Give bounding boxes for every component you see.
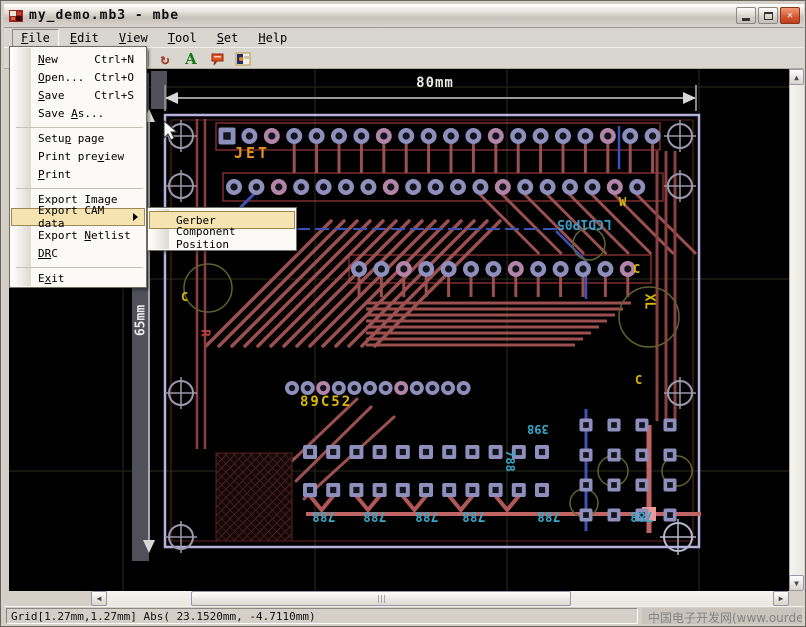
app-icon [8,8,24,24]
menu-item-label: Open... [38,71,84,84]
menu-item-open[interactable]: Open... Ctrl+O [11,68,145,86]
hatched-region [216,453,292,541]
menu-shortcut: Ctrl+N [94,53,138,66]
pcb-text-label: XL [642,294,655,310]
export-cam-submenu-popup: GerberComponent Position [147,207,297,251]
pcb-text-label: 398 [527,423,549,435]
board-width-dimension: 80mm [395,75,475,91]
menu-item-label: Component Position [176,225,288,251]
rotate-icon[interactable]: ↻ [154,49,176,68]
menu-item-label: Setup page [38,132,104,145]
menu-separator [16,262,143,268]
image-glyph [235,51,251,67]
maximize-icon [764,12,773,20]
scroll-left-button[interactable]: ◀ [91,591,107,606]
pcb-text-label: R [200,329,212,336]
menubar-item-file[interactable]: File [12,29,59,47]
file-menu-popup: New Ctrl+N Open... Ctrl+O Save Ctrl+S Save As.… [9,46,147,288]
menu-shortcut: Ctrl+S [94,89,138,102]
pcb-text-label: 788 [312,509,335,522]
menu-item-print-preview[interactable]: Print preview [11,147,145,165]
pcb-text-label: 788 [537,509,560,522]
board-height-dimension: 65mm [134,301,149,341]
submenu-item-component-position[interactable]: Component Position [149,229,295,247]
menubar-item-help[interactable]: Help [249,29,296,47]
menu-item-label: Print [38,168,71,181]
menu-item-drc[interactable]: DRC [11,244,145,262]
menu-item-new[interactable]: New Ctrl+N [11,50,145,68]
image-icon[interactable] [232,49,254,68]
menu-item-setup-page[interactable]: Setup page [11,129,145,147]
status-bar: Grid[1.27mm,1.27mm] Abs( 23.1520mm, -4.7… [4,606,804,625]
pcb-text-label: 788 [363,509,386,522]
pcb-text-label: C [635,374,642,386]
menu-item-save[interactable]: Save Ctrl+S [11,86,145,104]
note-glyph [209,51,225,67]
scroll-up-button[interactable]: ▲ [789,69,804,85]
menu-item-label: New [38,53,58,66]
menu-item-save-as[interactable]: Save As... [11,104,145,122]
pcb-text-label: 89C52 [300,395,352,409]
menu-shortcut: Ctrl+O [94,71,138,84]
pcb-text-label: 788 [630,509,653,522]
menu-item-exit[interactable]: Exit [11,269,145,287]
horizontal-scroll-thumb[interactable] [191,591,571,606]
pcb-text-label: JET [234,146,270,161]
pcb-text-label: 788 [462,509,485,522]
menu-item-label: Save As... [38,107,104,120]
vertical-scrollbar[interactable]: ▲ ▼ [789,69,804,591]
window-title: my_demo.mb3 - mbe [29,8,179,23]
menu-separator [16,122,143,128]
maximize-button[interactable] [758,7,778,24]
coordinate-readout: Grid[1.27mm,1.27mm] Abs( 23.1520mm, -4.7… [6,608,638,624]
text-tool-icon[interactable]: A [180,49,202,68]
menu-item-label: Export Netlist [38,229,131,242]
menu-bar: FileEditViewToolSetHelp [4,28,804,47]
menubar-item-set[interactable]: Set [208,29,248,47]
watermark-text: 中国电子开发网(www.ourdev.cn) [642,608,802,624]
horizontal-scrollbar-row: ◀ ▶ [4,591,804,606]
menu-item-label: DRC [38,247,58,260]
menu-item-label: Exit [38,272,65,285]
menu-item-label: Print preview [38,150,124,163]
minimize-icon [742,18,750,21]
close-button[interactable]: ✕ [780,7,800,24]
app-window: my_demo.mb3 - mbe ✕ FileEditViewToolSetH… [0,0,806,627]
submenu-arrow-icon [133,213,138,221]
menu-separator [16,183,143,189]
menu-item-export-netlist[interactable]: Export Netlist [11,226,145,244]
scroll-right-button[interactable]: ▶ [773,591,789,606]
menu-item-print[interactable]: Print [11,165,145,183]
pcb-text-label: C [633,263,640,275]
note-icon[interactable] [206,49,228,68]
menu-item-label: Save [38,89,65,102]
menubar-item-edit[interactable]: Edit [61,29,108,47]
title-bar[interactable]: my_demo.mb3 - mbe ✕ [4,4,804,28]
menubar-item-tool[interactable]: Tool [159,29,206,47]
minimize-button[interactable] [736,7,756,24]
horizontal-scrollbar[interactable]: ◀ ▶ [91,591,789,606]
pcb-text-label: LCD1P05 [557,217,612,230]
pcb-text-label: W [619,196,626,208]
menubar-item-view[interactable]: View [110,29,157,47]
menu-item-export-cam-data[interactable]: Export CAM data [11,208,145,226]
pcb-text-label: 788 [504,450,516,472]
pcb-text-label: C [181,291,188,303]
pcb-text-label: 788 [415,509,438,522]
scroll-down-button[interactable]: ▼ [789,575,804,591]
